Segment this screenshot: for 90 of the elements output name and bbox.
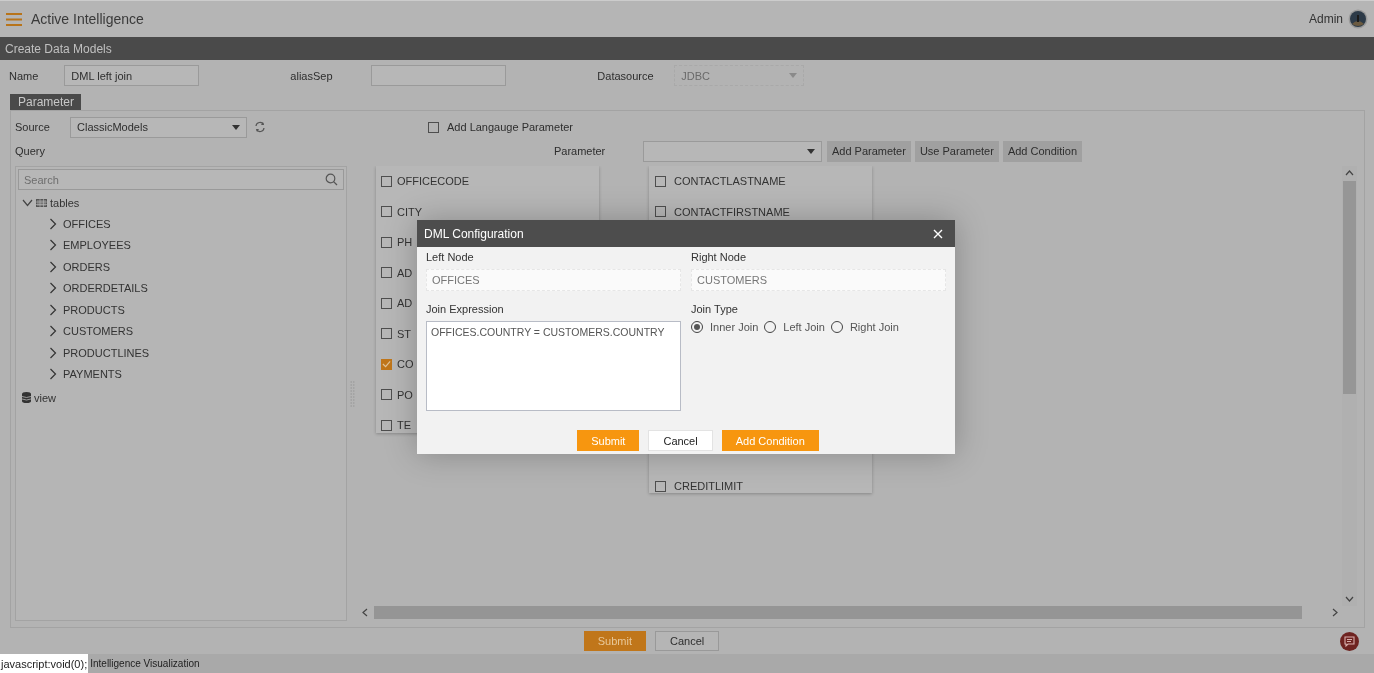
table-icon [36,198,47,207]
radio-label: Inner Join [710,321,759,333]
footer-text: Intelligence Visualization [90,658,200,669]
checkbox[interactable] [381,297,392,309]
toolbar-button[interactable]: Add Condition [1002,140,1082,162]
chevron-icon[interactable] [49,260,57,273]
checkbox[interactable] [381,206,392,218]
toolbar-button[interactable]: Use Parameter [914,140,999,162]
dropdown-caret-icon[interactable] [806,148,815,154]
dropdown-caret-icon[interactable] [232,124,240,130]
column-name: CONTACTLASTNAME [674,175,786,188]
database-icon [22,392,31,403]
name-field[interactable]: DML left join [64,65,200,86]
tree-node[interactable]: OFFICES [18,213,344,235]
close-icon[interactable] [933,228,943,239]
checkbox[interactable] [381,389,392,401]
tree-node[interactable]: PAYMENTS [18,363,344,385]
chevron-icon[interactable] [49,368,57,381]
search-icon[interactable] [325,173,338,186]
chat-icon[interactable] [1340,631,1359,651]
checkbox[interactable] [381,267,392,279]
tree-node[interactable]: EMPLOYEES [18,234,344,256]
column-name: ST [397,327,412,340]
tab[interactable]: Parameter [10,94,82,110]
column-name: CO [397,358,414,371]
form-button[interactable]: Cancel [655,631,720,651]
column-name: OFFICECODE [397,175,470,188]
scroll-up-icon[interactable] [1345,170,1354,176]
column-name: CITY [397,205,423,218]
user-name[interactable]: Admin [1309,12,1343,26]
column-name: CREDITLIMIT [674,480,744,493]
field-label: Join Expression [426,303,504,317]
checkbox[interactable] [428,121,439,133]
join-expression-field[interactable]: OFFICES.COUNTRY = CUSTOMERS.COUNTRY [426,321,681,411]
tree-node[interactable]: PRODUCTS [18,299,344,321]
chevron-icon[interactable] [49,239,57,252]
tree-node[interactable]: PRODUCTLINES [18,342,344,364]
refresh-icon[interactable] [254,121,266,133]
tree-node[interactable]: CUSTOMERS [18,320,344,342]
tree-node[interactable]: tables [18,192,344,213]
tree-node[interactable]: ORDERS [18,256,344,278]
field-label: Join Type [691,303,738,317]
checkbox[interactable] [381,358,392,370]
field-label: Name [9,69,39,82]
scroll-left-icon[interactable] [362,608,368,617]
chevron-icon[interactable] [49,217,57,230]
left-node-field[interactable]: OFFICES [426,269,681,291]
column-name: CONTACTFIRSTNAME [674,205,790,218]
field-label: Right Node [691,251,747,265]
column-name: PH [397,236,413,249]
checkbox[interactable] [381,175,392,187]
field-label: Datasource [597,69,655,82]
search-field[interactable]: Search [18,169,344,190]
dialog-button[interactable]: Cancel [648,430,713,451]
column-name: TE [397,419,412,432]
chevron-icon[interactable] [22,198,33,207]
chevron-icon[interactable] [49,282,57,295]
chevron-icon[interactable] [49,303,57,316]
alias-field[interactable] [371,65,507,86]
dialog-title: DML Configuration [424,226,524,241]
field-label: aliasSep [290,69,334,82]
column-name: AD [397,266,413,279]
tree-node[interactable]: ORDERDETAILS [18,277,344,299]
avatar-icon[interactable] [1348,9,1368,29]
checkbox[interactable] [655,206,666,218]
column-name: PO [397,388,413,401]
field-label: Parameter [553,145,607,157]
radio-label: Right Join [849,321,899,333]
scroll-down-icon[interactable] [1345,596,1354,602]
checkbox[interactable] [655,480,666,492]
checkbox[interactable] [381,328,392,340]
column-name: AD [397,297,413,310]
toolbar-button[interactable]: Add Parameter [826,140,911,162]
right-node-field[interactable]: CUSTOMERS [691,269,946,291]
page-title: Create Data Models [5,41,112,56]
checkbox[interactable] [381,419,392,431]
field-label: Left Node [426,251,474,265]
radio-label: Left Join [783,321,825,333]
scroll-right-icon[interactable] [1332,608,1338,617]
source-dropdown[interactable]: ClassicModels [70,116,247,138]
checkbox[interactable] [655,175,666,187]
link-preview-tooltip: javascript:void(0); [0,654,89,673]
checkbox[interactable] [381,236,392,248]
chevron-icon[interactable] [49,346,57,359]
chevron-icon[interactable] [49,325,57,338]
checkbox-label: Add Langauge Parameter [447,121,573,133]
section-label: Query [15,145,46,157]
app-title: Active Intelligence [31,11,144,27]
field-label: Source [15,121,51,133]
tree-node[interactable]: view [18,387,344,408]
